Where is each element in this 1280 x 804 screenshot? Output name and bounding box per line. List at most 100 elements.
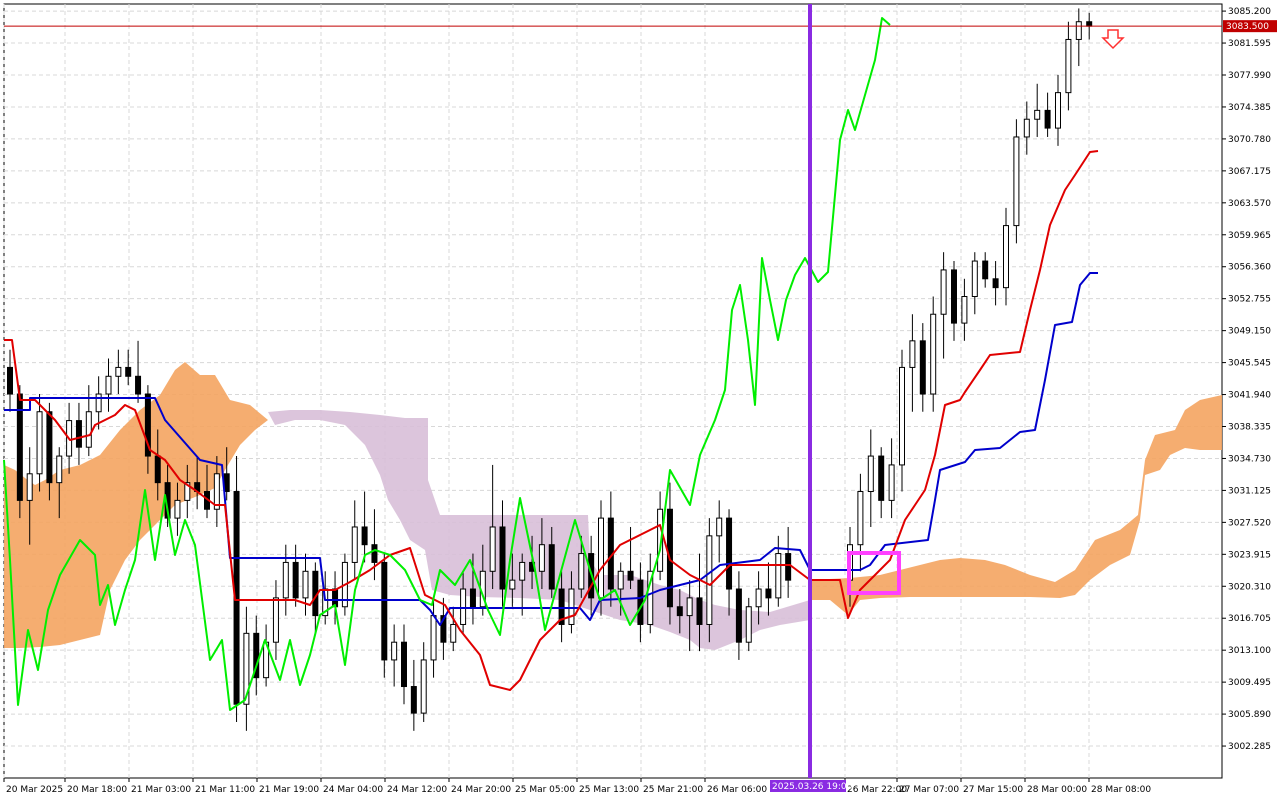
y-tick-label: 3034.730 xyxy=(1228,454,1271,464)
candle-body[interactable] xyxy=(401,641,407,688)
candle-body[interactable] xyxy=(598,517,604,599)
candle-body[interactable] xyxy=(36,411,43,475)
x-tick-label: 21 Mar 19:00 xyxy=(259,785,319,795)
candle-body[interactable] xyxy=(919,340,926,395)
candle-body[interactable] xyxy=(430,615,437,661)
y-tick-label: 3016.705 xyxy=(1228,614,1271,624)
candle-body[interactable] xyxy=(7,366,13,395)
candle-body[interactable] xyxy=(519,561,526,581)
candle-body[interactable] xyxy=(745,606,752,643)
candle-body[interactable] xyxy=(548,544,555,590)
candle-body[interactable] xyxy=(1086,21,1093,27)
candle-body[interactable] xyxy=(1065,38,1072,94)
candle-body[interactable] xyxy=(105,375,112,395)
candle-body[interactable] xyxy=(775,553,782,599)
candle-body[interactable] xyxy=(676,606,683,617)
candle-body[interactable] xyxy=(735,588,742,643)
candle-body[interactable] xyxy=(951,269,957,324)
candle-body[interactable] xyxy=(174,499,181,519)
candle-body[interactable] xyxy=(1023,118,1030,138)
y-tick-label: 3085.200 xyxy=(1228,7,1271,17)
y-tick-label: 3045.545 xyxy=(1228,359,1271,369)
candle-body[interactable] xyxy=(469,588,476,608)
candle-body[interactable] xyxy=(125,366,132,377)
candle-body[interactable] xyxy=(716,517,723,537)
candle-body[interactable] xyxy=(282,561,289,599)
candle-body[interactable] xyxy=(115,366,122,377)
candle-body[interactable] xyxy=(992,278,999,289)
candle-body[interactable] xyxy=(878,455,885,501)
candle-body[interactable] xyxy=(1003,225,1009,289)
candle-body[interactable] xyxy=(617,570,624,590)
candle-body[interactable] xyxy=(371,544,378,563)
candle-body[interactable] xyxy=(292,561,299,599)
y-tick-label: 3020.310 xyxy=(1228,582,1271,592)
candle-body[interactable] xyxy=(982,260,989,280)
candle-body[interactable] xyxy=(909,340,916,368)
y-tick-label: 3005.890 xyxy=(1228,710,1271,720)
y-tick-label: 3013.100 xyxy=(1228,646,1271,656)
candle-body[interactable] xyxy=(460,588,467,625)
chart-root[interactable]: 3085.200 3081.595 3077.990 3074.385 3070.780… xyxy=(0,0,1280,800)
x-tick-label: 28 Mar 08:00 xyxy=(1091,785,1151,795)
candle-body[interactable] xyxy=(272,597,279,643)
candle-body[interactable] xyxy=(765,588,772,599)
candle-body[interactable] xyxy=(857,491,864,546)
candle-body[interactable] xyxy=(489,526,496,572)
candle-body[interactable] xyxy=(538,544,545,572)
candle-body[interactable] xyxy=(578,553,585,590)
candle-body[interactable] xyxy=(85,411,92,448)
candle-body[interactable] xyxy=(755,588,762,608)
candle-body[interactable] xyxy=(381,561,388,661)
candle-body[interactable] xyxy=(940,269,947,315)
candle-body[interactable] xyxy=(961,296,968,324)
y-tick-label: 3041.940 xyxy=(1228,391,1271,401)
candle-body[interactable] xyxy=(1013,136,1020,227)
candle-body[interactable] xyxy=(706,535,713,625)
candle-body[interactable] xyxy=(899,366,905,466)
candle-body[interactable] xyxy=(888,464,895,501)
ichimoku-chart[interactable]: 3085.200 3081.595 3077.990 3074.385 3070.780… xyxy=(0,0,1280,800)
x-tick-label: 25 Mar 21:00 xyxy=(643,785,703,795)
candle-body[interactable] xyxy=(391,641,398,661)
candle-body[interactable] xyxy=(867,455,874,493)
candle-body[interactable] xyxy=(1044,109,1051,129)
candle-body[interactable] xyxy=(1075,21,1082,40)
candle-body[interactable] xyxy=(420,659,427,714)
x-tick-label: 24 Mar 04:00 xyxy=(323,785,383,795)
candle-body[interactable] xyxy=(26,473,33,501)
candle-body[interactable] xyxy=(637,579,644,625)
y-tick-label: 3027.520 xyxy=(1228,518,1271,528)
candle-body[interactable] xyxy=(351,526,358,563)
y-tick-label: 3049.150 xyxy=(1228,327,1271,337)
candle-body[interactable] xyxy=(361,526,368,546)
candle-body[interactable] xyxy=(785,553,792,581)
candle-body[interactable] xyxy=(302,570,309,599)
candle-body[interactable] xyxy=(499,526,506,590)
candle-body[interactable] xyxy=(450,623,457,643)
y-tick-label: 3031.125 xyxy=(1228,486,1271,496)
x-tick-label: 21 Mar 03:00 xyxy=(131,785,191,795)
candle-body[interactable] xyxy=(154,455,161,484)
candle-body[interactable] xyxy=(95,393,102,413)
candle-body[interactable] xyxy=(726,517,733,590)
candle-body[interactable] xyxy=(75,420,82,448)
candle-body[interactable] xyxy=(46,411,53,484)
candle-body[interactable] xyxy=(686,597,693,617)
candle-body[interactable] xyxy=(410,686,417,714)
candle-body[interactable] xyxy=(509,579,516,590)
candle-body[interactable] xyxy=(696,597,703,625)
y-tick-label: 3067.175 xyxy=(1228,167,1271,177)
candle-body[interactable] xyxy=(1055,92,1061,129)
candle-body[interactable] xyxy=(971,260,978,298)
candle-body[interactable] xyxy=(627,570,634,581)
candle-body[interactable] xyxy=(568,588,575,625)
candle-body[interactable] xyxy=(930,313,937,395)
y-tick-label: 3059.965 xyxy=(1228,231,1271,241)
candle-body[interactable] xyxy=(56,455,63,484)
x-tick-label: 20 Mar 18:00 xyxy=(67,785,127,795)
candle-body[interactable] xyxy=(135,375,142,395)
x-tick-label: 26 Mar 06:00 xyxy=(707,785,767,795)
candle-body[interactable] xyxy=(1034,109,1041,120)
y-tick-label: 3077.990 xyxy=(1228,71,1271,81)
